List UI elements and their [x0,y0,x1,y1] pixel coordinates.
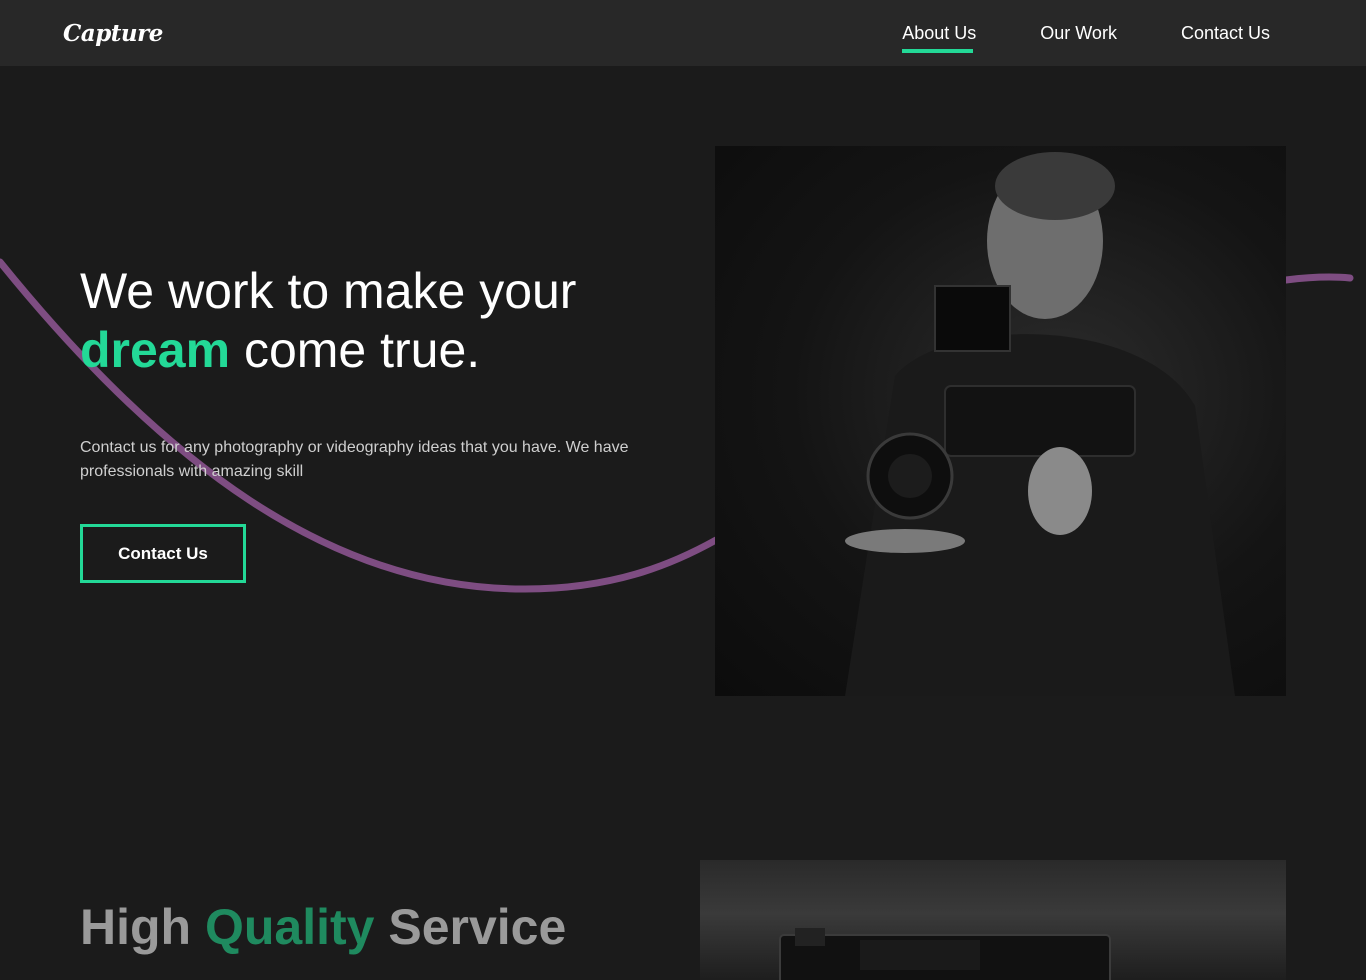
nav-link-about-us[interactable]: About Us [902,23,976,53]
hero-title-line1: We work to make your [80,263,577,319]
hero-title-rest: come true. [230,322,481,378]
hero-title-accent: dream [80,322,231,378]
contact-us-button[interactable]: Contact Us [80,524,246,583]
hero-title: We work to make your dream come true. [80,262,680,380]
top-nav: Capture About Us Our Work Contact Us [0,0,1366,66]
hero-text: We work to make your dream come true. Co… [80,262,680,484]
services-title-before: High [80,899,205,955]
services-title: High Quality Service [80,897,566,957]
camera-operator-icon [845,152,1235,696]
services-title-after: Service [374,899,567,955]
logo[interactable]: Capture [63,20,163,47]
hero-photo [715,146,1286,696]
hero-description: Contact us for any photography or videog… [80,439,629,480]
nav-links: About Us Our Work Contact Us [902,0,1270,66]
nav-link-contact-us[interactable]: Contact Us [1181,23,1270,43]
nav-link-our-work[interactable]: Our Work [1040,23,1117,43]
camera-icon [779,928,1111,980]
page: Capture About Us Our Work Contact Us We … [0,0,1366,980]
services-title-accent: Quality [204,899,375,955]
services-photo [700,860,1286,980]
